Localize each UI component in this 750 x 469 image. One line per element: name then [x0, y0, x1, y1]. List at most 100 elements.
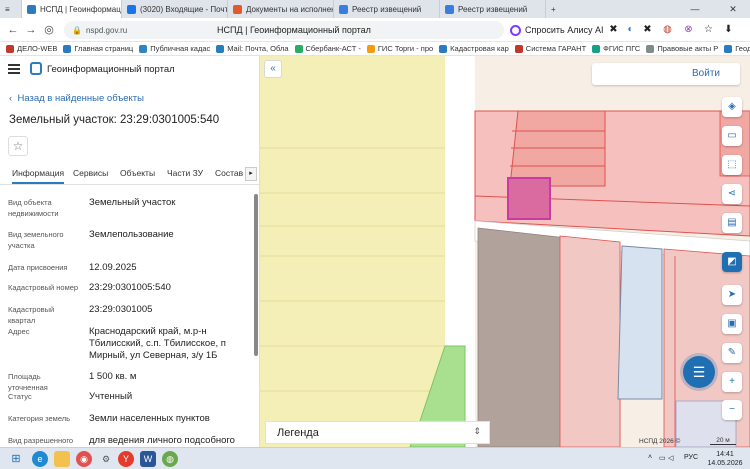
ruler-icon[interactable]: ▭: [722, 126, 742, 146]
extension-icon[interactable]: ⊗: [683, 24, 694, 35]
yellow-zone-area: [260, 56, 445, 447]
legend-label: Легенда: [277, 427, 319, 439]
tab-parts[interactable]: Части ЗУ: [167, 168, 203, 178]
tab-objects[interactable]: Объекты: [120, 168, 155, 178]
street-view-icon[interactable]: ▣: [722, 314, 742, 334]
volume-icon[interactable]: ◁: [668, 454, 673, 462]
windows-start-icon[interactable]: ⊞: [8, 451, 24, 467]
address-bar-row: ← → ◎ 🔒 nspd.gov.ru НСПД | Геоинформацио…: [0, 18, 750, 42]
tools-icon[interactable]: ✎: [722, 343, 742, 363]
minimize-button[interactable]: —: [684, 0, 706, 18]
bookmark-favicon-icon: [6, 44, 14, 53]
browser-menu-button[interactable]: ≡: [0, 0, 22, 18]
extension-icon[interactable]: ◐: [625, 24, 636, 35]
browser-tab-registry-1[interactable]: Реестр извещений: [334, 0, 440, 18]
bookmark-public-cadastral[interactable]: Публичная кадас: [139, 44, 210, 53]
tab-label: Реестр извещений: [352, 4, 422, 14]
tab-services[interactable]: Сервисы: [73, 168, 108, 178]
bookmark-label: Сбербанк-АСТ -: [305, 44, 361, 53]
bookmark-gis-torgi[interactable]: ГИС Торги - про: [366, 44, 433, 53]
chat-support-icon[interactable]: ☰: [683, 356, 715, 388]
tab-label: Документы на исполнени: [246, 4, 334, 14]
download-icon[interactable]: ⬇: [723, 24, 734, 35]
yandex-browser-icon[interactable]: Y: [118, 451, 134, 467]
bookmark-label: Правовые акты Р: [657, 44, 719, 53]
layers-icon[interactable]: ◈: [722, 97, 742, 117]
map-canvas[interactable]: [260, 56, 750, 447]
browser-tab-mail[interactable]: (3020) Входящие - Почта: [122, 0, 228, 18]
browser-tab-documents[interactable]: Документы на исполнени: [228, 0, 334, 18]
bookmark-cadastral-map[interactable]: Кадастровая кар: [439, 44, 509, 53]
url-field[interactable]: 🔒 nspd.gov.ru НСПД | Геоинформационный п…: [64, 21, 504, 39]
extension-icon[interactable]: ✖: [608, 24, 619, 35]
field-key: Категория земель: [8, 414, 71, 423]
share-icon[interactable]: ⋖: [722, 184, 742, 204]
panel-scrollbar[interactable]: [254, 194, 258, 356]
bookmark-favicon-icon: [724, 44, 733, 53]
print-icon[interactable]: ▤: [722, 213, 742, 233]
bookmark-delo-web[interactable]: ДЕЛО-WEB: [6, 44, 57, 53]
language-indicator[interactable]: РУС: [684, 454, 698, 461]
app-icon[interactable]: ◍: [162, 451, 178, 467]
bookmark-legal-acts[interactable]: Правовые акты Р: [646, 44, 718, 53]
tab-composition[interactable]: Состав: [215, 168, 243, 178]
word-icon[interactable]: W: [140, 451, 156, 467]
tray-chevron-icon[interactable]: ˄: [648, 454, 652, 461]
bookmark-sberbank-ast[interactable]: Сбербанк-АСТ -: [294, 44, 361, 53]
registry-favicon-icon: [445, 4, 454, 14]
bookmark-label: Система ГАРАНТ: [525, 44, 587, 53]
bookmark-favicon-icon: [216, 44, 225, 53]
close-window-button[interactable]: ✕: [722, 0, 744, 18]
field-key: Кадастровый квартал: [8, 305, 55, 325]
registry-favicon-icon: [339, 4, 348, 14]
extension-icon[interactable]: ◍: [662, 24, 673, 35]
plus-icon: +: [551, 4, 556, 14]
bookmark-main-page[interactable]: Главная страниц: [63, 44, 133, 53]
selected-parcel[interactable]: [507, 177, 551, 220]
tab-label: НСПД | Геоинформацио: [40, 4, 122, 14]
tabs-scroll-right-icon[interactable]: ▸: [245, 167, 257, 181]
bookmark-fgis-pgs[interactable]: ФГИС ПГС: [592, 44, 640, 53]
bookmark-favicon-icon: [439, 44, 448, 53]
alice-label: Спросить Алису AI: [525, 25, 604, 35]
bookmark-mail[interactable]: Mail: Почта, Обла: [216, 44, 289, 53]
browser-tab-nspd[interactable]: НСПД | Геоинформацио ✕: [22, 0, 122, 18]
bookmark-star-icon[interactable]: ☆: [703, 24, 714, 35]
back-arrow-icon[interactable]: ←: [4, 24, 22, 36]
zoom-out-icon[interactable]: −: [722, 400, 742, 420]
edge-icon[interactable]: e: [32, 451, 48, 467]
url-text: nspd.gov.ru: [85, 25, 128, 35]
cadastral-map: [260, 56, 750, 447]
network-icon[interactable]: ▭: [659, 454, 666, 462]
bookmark-geodesy[interactable]: Геодезичен: [724, 44, 750, 53]
measure-icon[interactable]: ◩: [722, 252, 742, 272]
forward-arrow-icon[interactable]: →: [22, 24, 40, 36]
field-value: Учтенный: [89, 391, 133, 402]
new-tab-button[interactable]: +: [546, 0, 564, 18]
bookmark-garant[interactable]: Система ГАРАНТ: [514, 44, 587, 53]
legend-dropdown[interactable]: Легенда ⇕: [265, 421, 490, 444]
taskbar-clock[interactable]: 14:41 14.05.2026: [705, 450, 745, 468]
ask-alice-button[interactable]: Спросить Алису AI: [510, 21, 604, 39]
zoom-in-icon[interactable]: +: [722, 372, 742, 392]
tab-label: (3020) Входящие - Почта: [140, 4, 228, 14]
my-location-icon[interactable]: ➤: [722, 285, 742, 305]
file-explorer-icon[interactable]: [54, 451, 70, 467]
collapse-panel-button[interactable]: «: [264, 60, 282, 78]
yandex-home-icon[interactable]: ◎: [40, 23, 58, 36]
field-value: Землепользование: [89, 229, 174, 240]
parcel-area: [559, 235, 621, 447]
tab-information[interactable]: Информация: [12, 168, 65, 184]
favorite-star-button[interactable]: ☆: [8, 136, 28, 156]
browser-tab-registry-2[interactable]: Реестр извещений: [440, 0, 546, 18]
settings-icon[interactable]: ⚙: [98, 451, 114, 467]
back-to-results-link[interactable]: ‹ Назад в найденные объекты: [9, 93, 144, 104]
field-key: Вид земельного участка: [8, 230, 64, 250]
hamburger-menu-icon[interactable]: [8, 64, 20, 76]
extension-icon[interactable]: ✖: [642, 24, 653, 35]
login-button[interactable]: Войти: [592, 63, 740, 85]
mail-favicon-icon: [127, 4, 136, 14]
bookmark-favicon-icon: [63, 44, 72, 53]
select-area-icon[interactable]: ⬚: [722, 155, 742, 175]
chrome-icon[interactable]: ◉: [76, 451, 92, 467]
